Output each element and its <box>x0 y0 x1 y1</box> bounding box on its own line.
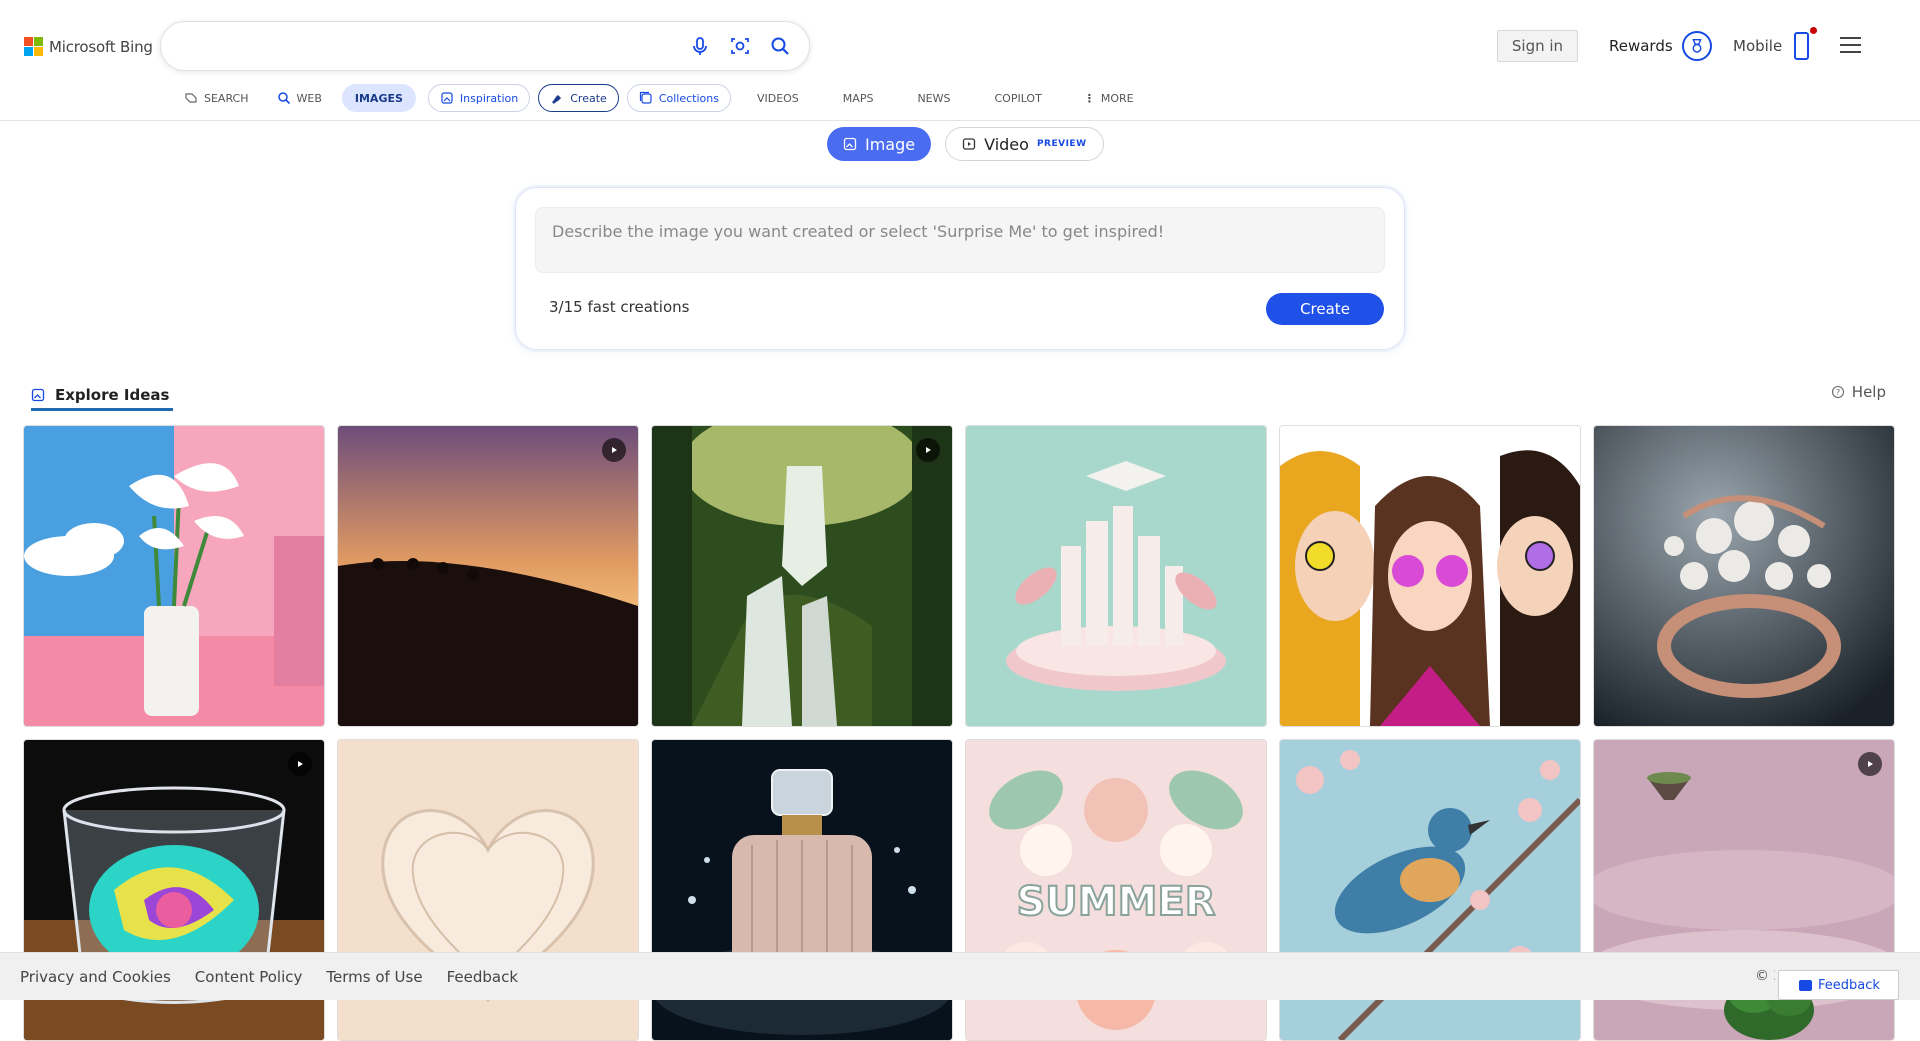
create-button[interactable]: Create <box>1266 293 1384 325</box>
sign-in-button[interactable]: Sign in <box>1497 30 1578 62</box>
graduation-city-image <box>966 426 1266 726</box>
tab-copilot[interactable]: COPILOT <box>986 84 1049 112</box>
fast-creations-counter: 3/15 fast creations <box>549 298 690 316</box>
tab-inspiration[interactable]: Inspiration <box>427 84 531 112</box>
feedback-link[interactable]: Feedback <box>447 968 518 986</box>
logo-text: Microsoft Bing <box>49 37 153 56</box>
mobile-label: Mobile <box>1733 37 1783 55</box>
feedback-icon <box>1799 979 1812 991</box>
play-icon <box>1858 752 1882 776</box>
header-bar: Microsoft Bing Sign in Rewards Mobile SE… <box>0 0 1920 121</box>
more-vertical-icon: ⋮ <box>1083 91 1095 105</box>
video-mode-label: Video <box>984 134 1029 154</box>
tab-label: VIDEOS <box>756 91 799 105</box>
image-tile[interactable] <box>965 425 1267 727</box>
bing-logo[interactable]: Microsoft Bing <box>24 37 153 56</box>
microsoft-logo-icon <box>24 37 43 56</box>
tab-label: NEWS <box>917 91 951 105</box>
play-icon <box>288 752 312 776</box>
image-tile[interactable] <box>1593 425 1895 727</box>
tab-label: MAPS <box>842 91 874 105</box>
explore-icon <box>31 388 45 401</box>
scope-tabs: SEARCH WEB IMAGES Inspiration Create Col… <box>176 84 1154 112</box>
image-tile[interactable] <box>337 425 639 727</box>
image-tile[interactable] <box>23 425 325 727</box>
image-mode-button[interactable]: Image <box>827 127 932 161</box>
preview-badge: PREVIEW <box>1036 139 1087 149</box>
camel-sunset-image <box>338 426 638 726</box>
tab-label: WEB <box>296 91 322 105</box>
menu-icon[interactable] <box>1840 37 1861 53</box>
image-mode-label: Image <box>865 134 916 154</box>
tab-label: Collections <box>658 91 719 105</box>
waterfall-image <box>652 426 952 726</box>
notification-dot <box>1810 27 1818 34</box>
image-tile[interactable] <box>651 425 953 727</box>
copilot-icon <box>185 93 197 103</box>
tab-web[interactable]: WEB <box>269 84 330 112</box>
feedback-button[interactable]: Feedback <box>1778 970 1899 1000</box>
copyright-text: © 2 <box>1755 968 1775 984</box>
tab-create[interactable]: Create <box>538 84 619 112</box>
video-icon <box>962 138 976 150</box>
visual-search-icon[interactable] <box>729 35 751 57</box>
tab-collections[interactable]: Collections <box>626 84 731 112</box>
footer-links: Privacy and Cookies Content Policy Terms… <box>20 968 518 986</box>
terms-link[interactable]: Terms of Use <box>326 968 422 986</box>
calla-lilies-image <box>24 426 324 726</box>
play-icon <box>602 438 626 462</box>
prompt-input[interactable]: Describe the image you want created or s… <box>535 207 1385 273</box>
privacy-link[interactable]: Privacy and Cookies <box>20 968 171 986</box>
inspiration-icon <box>441 92 453 104</box>
svg-text:SUMMER: SUMMER <box>1016 879 1215 925</box>
tab-label: MORE <box>1100 91 1134 105</box>
tab-videos[interactable]: VIDEOS <box>749 84 807 112</box>
explore-ideas-label: Explore Ideas <box>55 385 170 404</box>
rewards-medal-icon <box>1681 31 1712 61</box>
tab-label: SEARCH <box>204 91 249 105</box>
phone-icon <box>1794 27 1818 60</box>
tab-label: Create <box>570 91 607 105</box>
tab-label: Inspiration <box>459 91 519 105</box>
help-icon: ? <box>1831 385 1844 399</box>
anime-trio-image <box>1280 426 1580 726</box>
image-icon <box>843 137 857 151</box>
mode-toggle: Image Video PREVIEW <box>827 127 1104 161</box>
image-creator-panel: Describe the image you want created or s… <box>515 187 1405 350</box>
tab-search[interactable]: SEARCH <box>176 84 257 112</box>
collections-icon <box>639 91 652 104</box>
rewards-button[interactable]: Rewards <box>1609 30 1712 62</box>
feedback-button-label: Feedback <box>1818 977 1880 993</box>
play-icon <box>916 438 940 462</box>
pearl-ring-image <box>1594 426 1894 726</box>
tab-maps[interactable]: MAPS <box>835 84 882 112</box>
help-label: Help <box>1851 383 1886 401</box>
tab-explore-ideas[interactable]: Explore Ideas <box>31 381 174 411</box>
video-mode-button[interactable]: Video PREVIEW <box>945 127 1104 161</box>
help-link[interactable]: ? Help <box>1831 383 1886 401</box>
create-icon <box>552 95 562 104</box>
image-tile[interactable] <box>1279 425 1581 727</box>
tab-label: IMAGES <box>354 91 403 105</box>
tab-more[interactable]: ⋮ MORE <box>1076 84 1142 112</box>
microphone-icon[interactable] <box>689 35 711 57</box>
footer-bar: Privacy and Cookies Content Policy Terms… <box>0 952 1920 1000</box>
svg-text:?: ? <box>1836 388 1840 397</box>
search-icon <box>277 92 290 105</box>
tab-label: COPILOT <box>994 91 1042 105</box>
content-policy-link[interactable]: Content Policy <box>195 968 303 986</box>
rewards-label: Rewards <box>1609 37 1673 55</box>
tab-news[interactable]: NEWS <box>909 84 958 112</box>
search-input[interactable] <box>160 21 810 71</box>
tab-images[interactable]: IMAGES <box>341 84 416 112</box>
image-grid: SUMMER <box>23 425 1897 1041</box>
search-icon[interactable] <box>769 35 791 57</box>
mobile-button[interactable]: Mobile <box>1733 27 1818 64</box>
